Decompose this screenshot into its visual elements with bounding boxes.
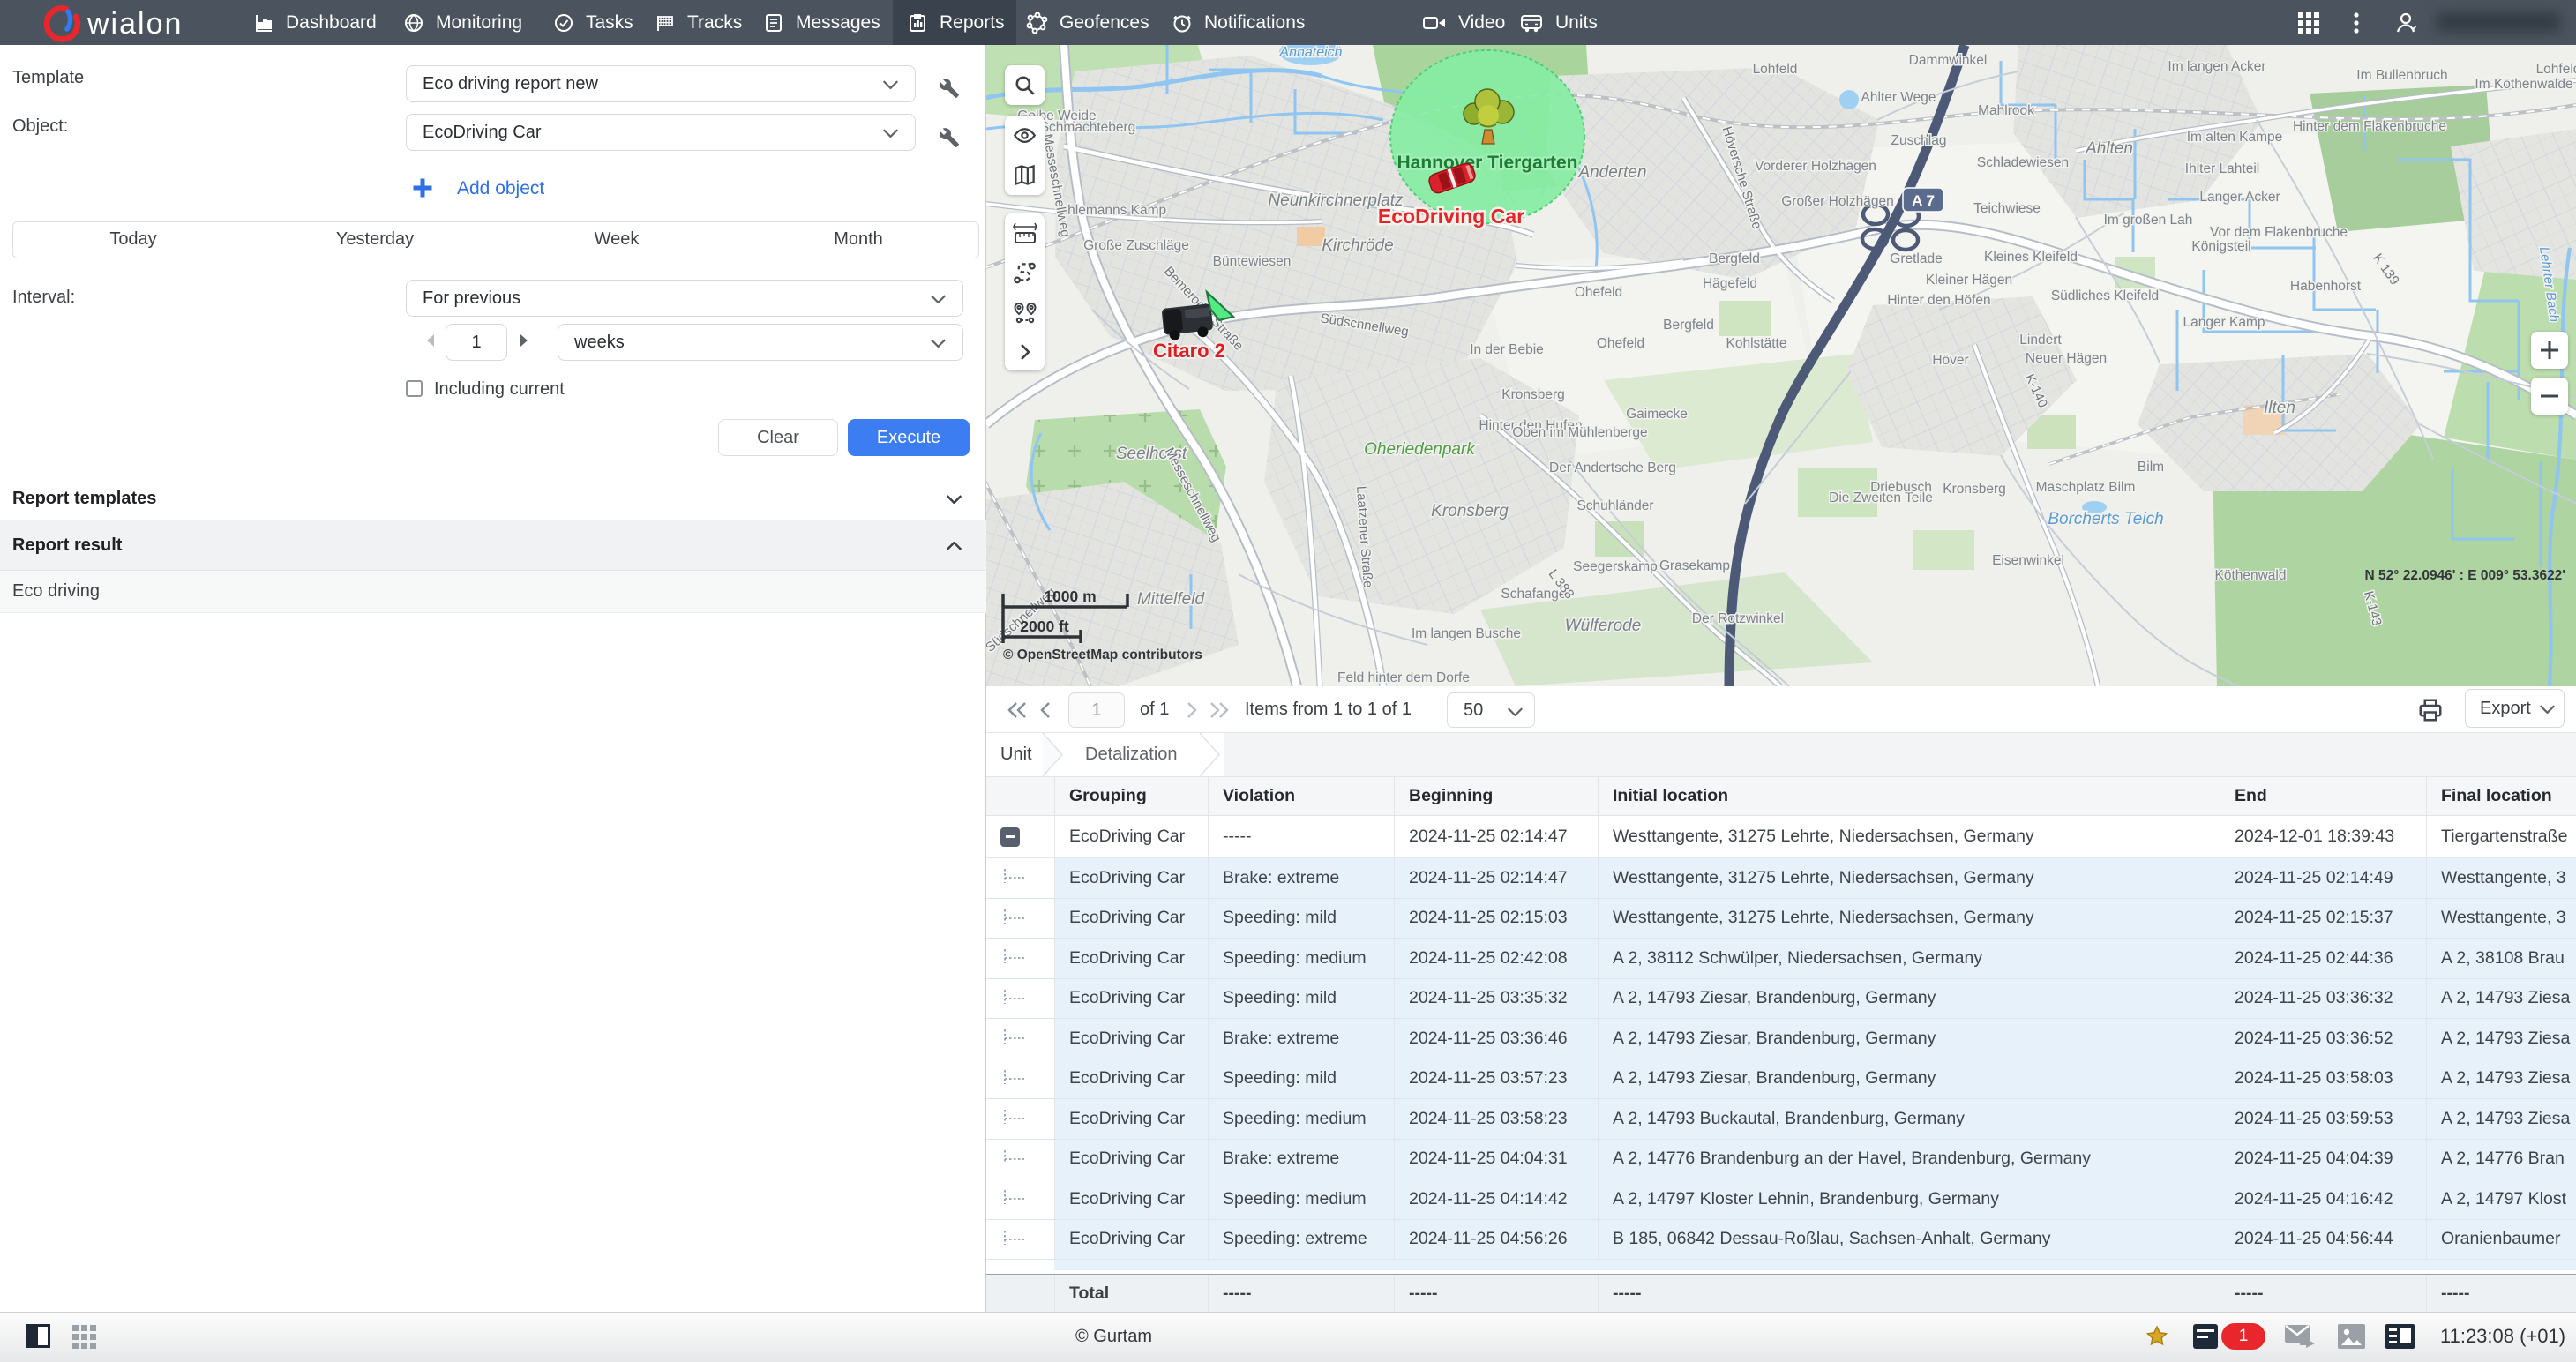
svg-text:Lohfeld: Lohfeld bbox=[2536, 62, 2576, 77]
svg-text:Hinter dem Flakenbruche: Hinter dem Flakenbruche bbox=[2293, 119, 2446, 134]
svg-text:Hinter den Höfen: Hinter den Höfen bbox=[1887, 293, 1990, 308]
svg-text:Lindert: Lindert bbox=[2019, 333, 2062, 348]
svg-text:Habenhorst: Habenhorst bbox=[2290, 279, 2362, 294]
svg-text:Im Köthenwalde: Im Köthenwalde bbox=[2475, 77, 2572, 92]
svg-text:© OpenStreetMap contributors: © OpenStreetMap contributors bbox=[1003, 647, 1202, 662]
svg-text:Langer Acker: Langer Acker bbox=[2199, 190, 2280, 205]
svg-text:Eisenwinkel: Eisenwinkel bbox=[1992, 553, 2064, 568]
svg-text:Annateich: Annateich bbox=[1278, 45, 1342, 60]
svg-text:Ahlter Wege: Ahlter Wege bbox=[1861, 90, 1936, 105]
svg-text:Bergfeld: Bergfeld bbox=[1709, 251, 1760, 266]
svg-text:Hannover Tiergarten: Hannover Tiergarten bbox=[1397, 153, 1577, 173]
svg-text:Schladewiesen: Schladewiesen bbox=[1977, 155, 2069, 170]
svg-text:Wülferode: Wülferode bbox=[1565, 617, 1642, 635]
svg-text:Kirchröde: Kirchröde bbox=[1322, 236, 1393, 255]
svg-text:Citaro 2: Citaro 2 bbox=[1153, 340, 1225, 362]
svg-text:Im langen Busche: Im langen Busche bbox=[1412, 626, 1521, 641]
svg-text:Im Bullenbruch: Im Bullenbruch bbox=[2356, 68, 2447, 83]
svg-text:N 52° 22.0946' : E 009° 53.362: N 52° 22.0946' : E 009° 53.3622' bbox=[2365, 568, 2565, 583]
svg-text:Mittelfeld: Mittelfeld bbox=[1137, 590, 1205, 609]
svg-text:Im langen Acker: Im langen Acker bbox=[2168, 59, 2265, 74]
svg-text:Langer Kamp: Langer Kamp bbox=[2183, 315, 2265, 330]
svg-text:Hägefeld: Hägefeld bbox=[1703, 276, 1757, 291]
svg-text:Zuschlag: Zuschlag bbox=[1891, 133, 1947, 148]
svg-text:Grasekamp: Grasekamp bbox=[1659, 558, 1730, 573]
svg-text:Büntewiesen: Büntewiesen bbox=[1213, 254, 1292, 269]
svg-text:Vorderer Holzhägen: Vorderer Holzhägen bbox=[1755, 159, 1876, 174]
svg-text:Großer Holzhägen: Großer Holzhägen bbox=[1781, 194, 1894, 209]
svg-text:Dammwinkel: Dammwinkel bbox=[1909, 53, 1988, 68]
svg-text:Feld hinter dem Dorfe: Feld hinter dem Dorfe bbox=[1337, 670, 1470, 685]
svg-text:Borcherts Teich: Borcherts Teich bbox=[2048, 510, 2163, 528]
svg-text:EcoDriving Car: EcoDriving Car bbox=[1378, 205, 1524, 228]
svg-text:Gretlade: Gretlade bbox=[1890, 251, 1942, 266]
svg-text:Vor dem Flakenbruche: Vor dem Flakenbruche bbox=[2210, 225, 2348, 240]
svg-text:Neuer Hägen: Neuer Hägen bbox=[2026, 351, 2107, 366]
svg-text:2000 ft: 2000 ft bbox=[1020, 617, 1069, 635]
svg-text:Kronsberg: Kronsberg bbox=[1431, 502, 1509, 520]
svg-text:Kleines Kleifeld: Kleines Kleifeld bbox=[1984, 250, 2078, 265]
svg-text:Oheriedenpark: Oheriedenpark bbox=[1364, 440, 1476, 459]
svg-text:A 7: A 7 bbox=[1912, 192, 1935, 209]
svg-text:In der Bebie: In der Bebie bbox=[1470, 342, 1544, 357]
svg-text:Maschplatz Bilm: Maschplatz Bilm bbox=[2036, 480, 2136, 495]
svg-text:Seegerskamp: Seegerskamp bbox=[1573, 559, 1658, 574]
svg-text:Köthenwald: Köthenwald bbox=[2214, 568, 2286, 583]
svg-text:Gaimecke: Gaimecke bbox=[1626, 407, 1688, 422]
svg-text:Große Zuschläge: Große Zuschläge bbox=[1083, 238, 1189, 253]
svg-text:Der Rotzwinkel: Der Rotzwinkel bbox=[1692, 611, 1784, 626]
svg-text:Driebusch: Driebusch bbox=[1870, 480, 1932, 495]
svg-text:Bilm: Bilm bbox=[2138, 460, 2164, 475]
svg-text:Anderten: Anderten bbox=[1577, 163, 1646, 182]
svg-text:Lohfeld: Lohfeld bbox=[1753, 62, 1798, 77]
svg-text:Ahlten: Ahlten bbox=[2085, 139, 2133, 158]
svg-text:Ilten: Ilten bbox=[2264, 399, 2295, 417]
svg-text:Im großen Lah: Im großen Lah bbox=[2104, 213, 2193, 228]
svg-text:Südliches Kleifeld: Südliches Kleifeld bbox=[2051, 288, 2159, 303]
svg-text:Schuhländer: Schuhländer bbox=[1576, 498, 1653, 513]
svg-text:Im alten Kampe: Im alten Kampe bbox=[2187, 130, 2283, 145]
svg-text:Ahlemanns Kamp: Ahlemanns Kamp bbox=[1059, 203, 1166, 218]
svg-text:Kleiner Hägen: Kleiner Hägen bbox=[1926, 273, 2012, 288]
svg-text:Königsteil: Königsteil bbox=[2191, 239, 2250, 254]
svg-text:Teichwiese: Teichwiese bbox=[1973, 201, 2041, 216]
svg-text:Ihlter Lahteil: Ihlter Lahteil bbox=[2185, 161, 2259, 176]
svg-text:Ohefeld: Ohefeld bbox=[1575, 285, 1622, 300]
svg-text:Kronsberg: Kronsberg bbox=[1943, 482, 2006, 497]
svg-text:Kohlstätte: Kohlstätte bbox=[1726, 336, 1787, 351]
svg-text:Der Andertsche Berg: Der Andertsche Berg bbox=[1549, 460, 1676, 475]
svg-text:Ohefeld: Ohefeld bbox=[1597, 336, 1644, 351]
svg-text:1000 m: 1000 m bbox=[1044, 587, 1096, 605]
svg-text:Mahlrook: Mahlrook bbox=[1978, 103, 2034, 118]
svg-text:Bergfeld: Bergfeld bbox=[1663, 318, 1714, 333]
svg-text:Oben im Mühlenberge: Oben im Mühlenberge bbox=[1512, 425, 1647, 440]
